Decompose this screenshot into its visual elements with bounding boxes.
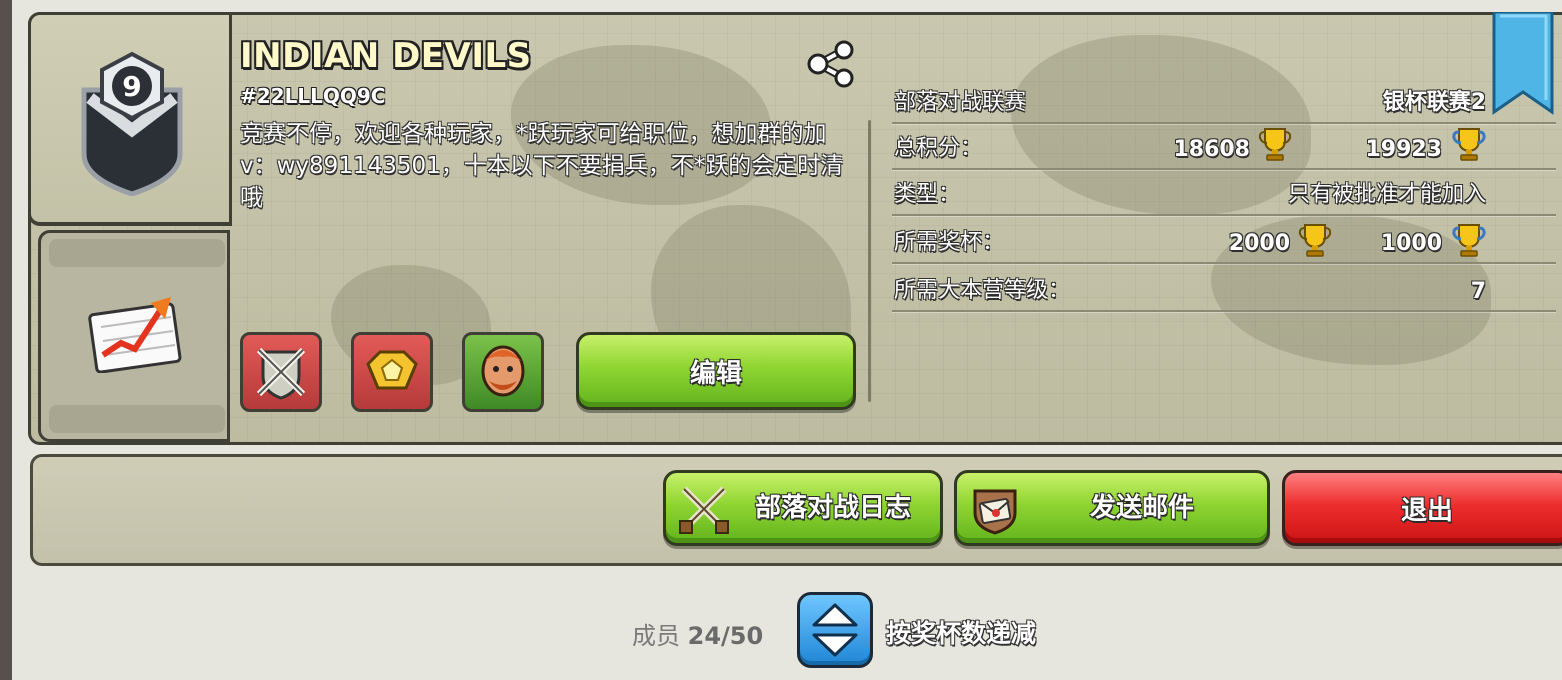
total-points-label: 总积分： [894,136,983,161]
leave-clan-label: 退出 [1400,495,1453,526]
required-townhall-value: 7 [1470,279,1486,304]
clan-type-row: 类型： 只有被批准才能加入 [892,170,1556,216]
war-perk[interactable] [240,332,322,412]
sort-button[interactable] [797,592,873,668]
share-icon[interactable] [806,40,856,88]
clan-stats-tab[interactable] [38,230,230,442]
barbarian-icon [481,345,525,397]
clan-type-label: 类型： [894,182,961,207]
members-count: 成员 24/50 [632,616,763,651]
mail-icon [973,489,1017,535]
league-perk[interactable] [351,332,433,412]
left-edge-strip [0,0,12,680]
troop-perk[interactable] [462,332,544,412]
edit-button[interactable]: 编辑 [576,332,856,410]
required-builder-trophies-value: 1000 [1380,231,1442,256]
crossed-swords-icon [679,486,729,534]
builder-trophy-icon [1452,224,1486,257]
builder-trophy-points: 19923 [1365,137,1442,162]
trophy-icon [1258,128,1292,161]
required-townhall-row: 所需大本营等级： 7 [892,266,1556,312]
crossed-swords-shield-icon [256,347,306,400]
members-prefix: 成员 [632,622,680,650]
stats-chart-icon [88,297,182,373]
war-league-row: 部落对战联赛 银杯联赛2 [892,78,1556,124]
bookmark-ribbon-icon[interactable] [1492,12,1554,116]
required-trophies-value: 2000 [1228,231,1290,256]
clan-description: 竞赛不停，欢迎各种玩家，*跃玩家可给职位，想加群的加v：wy891143501，… [240,121,844,211]
send-mail-label: 发送邮件 [1089,492,1194,523]
clan-name: INDIAN DEVILS [240,36,532,76]
sort-arrows-icon [812,603,858,657]
clan-trophy-points: 18608 [1173,137,1250,162]
required-trophies-label: 所需奖杯： [894,230,1005,255]
clan-tag[interactable]: #22LLLQQ9C [240,84,385,108]
members-count-value: 24/50 [687,622,764,650]
trophy-icon [1298,224,1332,257]
clan-level-number: 9 [122,70,141,103]
war-league-label: 部落对战联赛 [894,90,1027,115]
war-log-label: 部落对战日志 [754,492,911,523]
send-mail-button[interactable]: 发送邮件 [954,470,1270,546]
edit-button-label: 编辑 [689,358,742,389]
leave-clan-button[interactable]: 退出 [1282,470,1562,546]
clan-badge[interactable]: 9 [76,50,188,196]
clan-type-value: 只有被批准才能加入 [1287,182,1486,207]
required-townhall-label: 所需大本营等级： [894,278,1071,303]
panel-divider [868,120,871,402]
war-league-value: 银杯联赛2 [1382,90,1486,115]
sort-label[interactable]: 按奖杯数递减 [886,614,1036,650]
war-log-button[interactable]: 部落对战日志 [663,470,943,546]
gold-badge-icon [366,350,418,390]
builder-trophy-icon [1452,128,1486,161]
